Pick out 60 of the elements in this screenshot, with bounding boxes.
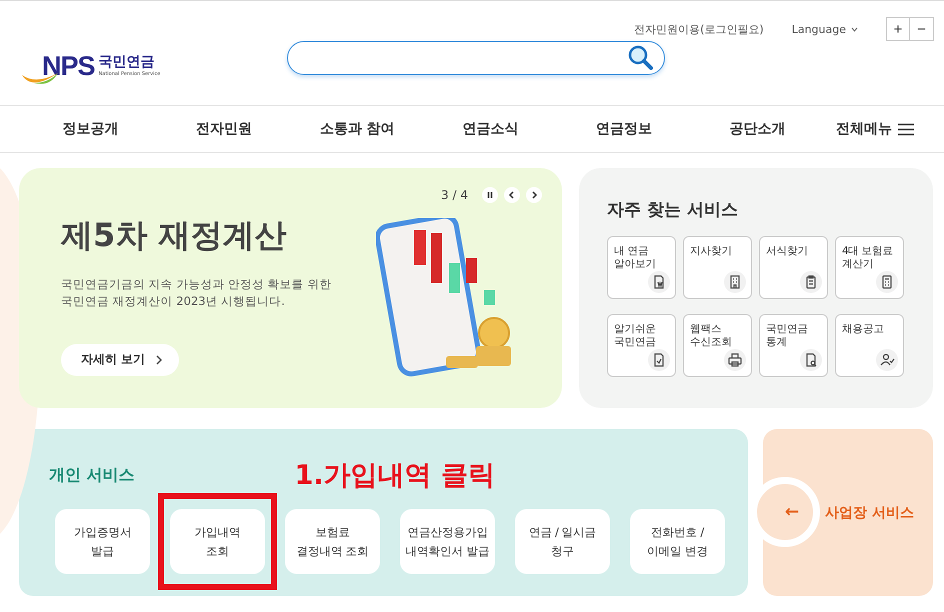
candle-bar xyxy=(431,233,442,283)
nav-item[interactable]: 소통과 참여 xyxy=(290,120,424,138)
slide-counter: 3 / 4 xyxy=(441,188,468,202)
coin-stack-drawing xyxy=(446,317,511,368)
building-icon xyxy=(724,271,746,293)
service-button[interactable]: 연금 / 일시금 청구 xyxy=(515,509,610,574)
nav-item[interactable]: 연금소식 xyxy=(424,120,558,138)
service-tile[interactable]: 채용공고 xyxy=(835,314,904,377)
document-icon xyxy=(648,271,670,293)
chevron-left-icon xyxy=(508,191,516,199)
banner-title: 제5차 재정계산 xyxy=(61,215,288,256)
candle-bar xyxy=(484,290,495,305)
service-button[interactable]: 가입증명서 발급 xyxy=(55,509,150,574)
service-tile[interactable]: 웹팩스 수신조회 xyxy=(683,314,752,377)
language-dropdown[interactable]: Language xyxy=(792,22,858,36)
service-button[interactable]: 가입내역 조회 xyxy=(170,509,265,574)
person-icon xyxy=(876,349,898,371)
section-title: 개인 서비스 xyxy=(49,464,135,486)
service-tile[interactable]: 지사찾기 xyxy=(683,236,752,299)
more-button[interactable]: 자세히 보기 xyxy=(61,344,179,376)
service-button[interactable]: 연금산정용가입 내역확인서 발급 xyxy=(400,509,495,574)
candle-bar xyxy=(466,258,477,283)
pause-button[interactable] xyxy=(482,187,498,203)
next-button[interactable] xyxy=(526,187,542,203)
menu-icon xyxy=(898,122,914,136)
candle-bar xyxy=(449,263,460,293)
pause-icon xyxy=(486,191,494,199)
zoom-button[interactable]: − xyxy=(910,17,934,41)
service-tile[interactable]: 4대 보험료 계산기 xyxy=(835,236,904,299)
nav-item[interactable]: 공단소개 xyxy=(690,120,824,138)
search-icon[interactable] xyxy=(628,45,654,71)
previous-button[interactable] xyxy=(504,187,520,203)
clipboard-icon xyxy=(800,271,822,293)
service-tile[interactable]: 국민연금 통계 xyxy=(759,314,828,377)
calculator-icon xyxy=(876,271,898,293)
nav-item[interactable]: 연금정보 xyxy=(557,120,691,138)
printer-icon xyxy=(724,349,746,371)
service-tile[interactable]: 알기쉬운 국민연금 xyxy=(607,314,676,377)
service-button[interactable]: 전화번호 / 이메일 변경 xyxy=(630,509,725,574)
chevron-right-icon xyxy=(155,354,163,364)
document-check-icon xyxy=(648,349,670,371)
document-search-icon xyxy=(800,349,822,371)
chevron-right-icon xyxy=(530,191,538,199)
nav-item[interactable]: 전자민원 xyxy=(157,120,291,138)
nav-item[interactable]: 정보공개 xyxy=(24,120,158,138)
business-services-label: 사업장 서비스 xyxy=(825,504,914,522)
candle-bar xyxy=(414,230,426,265)
all-menu-button[interactable]: 전체메뉴 xyxy=(836,120,914,138)
service-button[interactable]: 보험료 결정내역 조회 xyxy=(285,509,380,574)
annotation-text: 1.가입내역 클릭 xyxy=(294,459,496,493)
logo-mark: NPS xyxy=(42,50,95,82)
civil-service-link[interactable]: 전자민원이용(로그인필요) xyxy=(634,22,764,36)
chevron-down-icon xyxy=(851,26,858,32)
banner-description: 국민연금기금의 지속 가능성과 안정성 확보를 위한 국민연금 재정계산이 2023년 시행됩니다. xyxy=(61,276,332,310)
section-title: 자주 찾는 서비스 xyxy=(607,199,739,221)
zoom-button[interactable]: + xyxy=(886,17,910,41)
search-field[interactable] xyxy=(287,41,665,75)
service-tile[interactable]: 서식찾기 xyxy=(759,236,828,299)
service-tile[interactable]: 내 연금 알아보기 xyxy=(607,236,676,299)
logo-name: 국민연금 xyxy=(98,55,156,71)
